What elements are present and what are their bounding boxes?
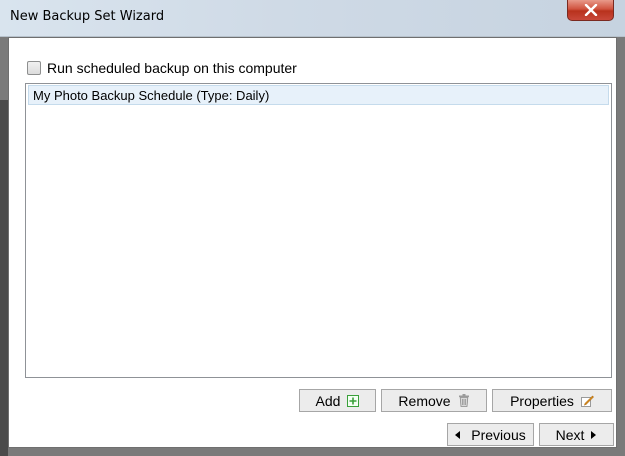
- close-icon: [584, 4, 597, 16]
- properties-button[interactable]: Properties: [492, 389, 612, 412]
- schedule-list[interactable]: My Photo Backup Schedule (Type: Daily): [25, 83, 612, 378]
- plus-box-icon: [347, 394, 360, 407]
- arrow-left-icon: [455, 430, 461, 439]
- scheduled-backup-label[interactable]: Run scheduled backup on this computer: [47, 60, 297, 76]
- remove-button-label: Remove: [398, 392, 451, 409]
- remove-button[interactable]: Remove: [381, 389, 487, 412]
- next-button[interactable]: Next: [539, 423, 614, 446]
- window-frame-right: [617, 37, 625, 456]
- window-frame-shadow: [0, 100, 8, 456]
- close-button[interactable]: [567, 0, 614, 21]
- trash-icon: [458, 394, 470, 407]
- edit-icon: [580, 395, 594, 407]
- wizard-window: New Backup Set Wizard Run scheduled back…: [0, 0, 625, 456]
- previous-button-label: Previous: [471, 426, 526, 443]
- wizard-content-panel: Run scheduled backup on this computer My…: [8, 37, 617, 448]
- schedule-item-label: My Photo Backup Schedule (Type: Daily): [33, 87, 270, 103]
- next-button-label: Next: [555, 426, 585, 443]
- arrow-right-icon: [591, 430, 597, 439]
- list-item[interactable]: My Photo Backup Schedule (Type: Daily): [28, 85, 609, 105]
- previous-button[interactable]: Previous: [447, 423, 534, 446]
- add-button-label: Add: [315, 392, 341, 409]
- title-bar[interactable]: New Backup Set Wizard: [0, 0, 625, 36]
- scheduled-backup-checkbox[interactable]: [27, 61, 41, 75]
- properties-button-label: Properties: [510, 392, 574, 409]
- window-title: New Backup Set Wizard: [10, 9, 165, 24]
- add-button[interactable]: Add: [299, 389, 376, 412]
- scheduled-backup-option[interactable]: Run scheduled backup on this computer: [27, 59, 297, 77]
